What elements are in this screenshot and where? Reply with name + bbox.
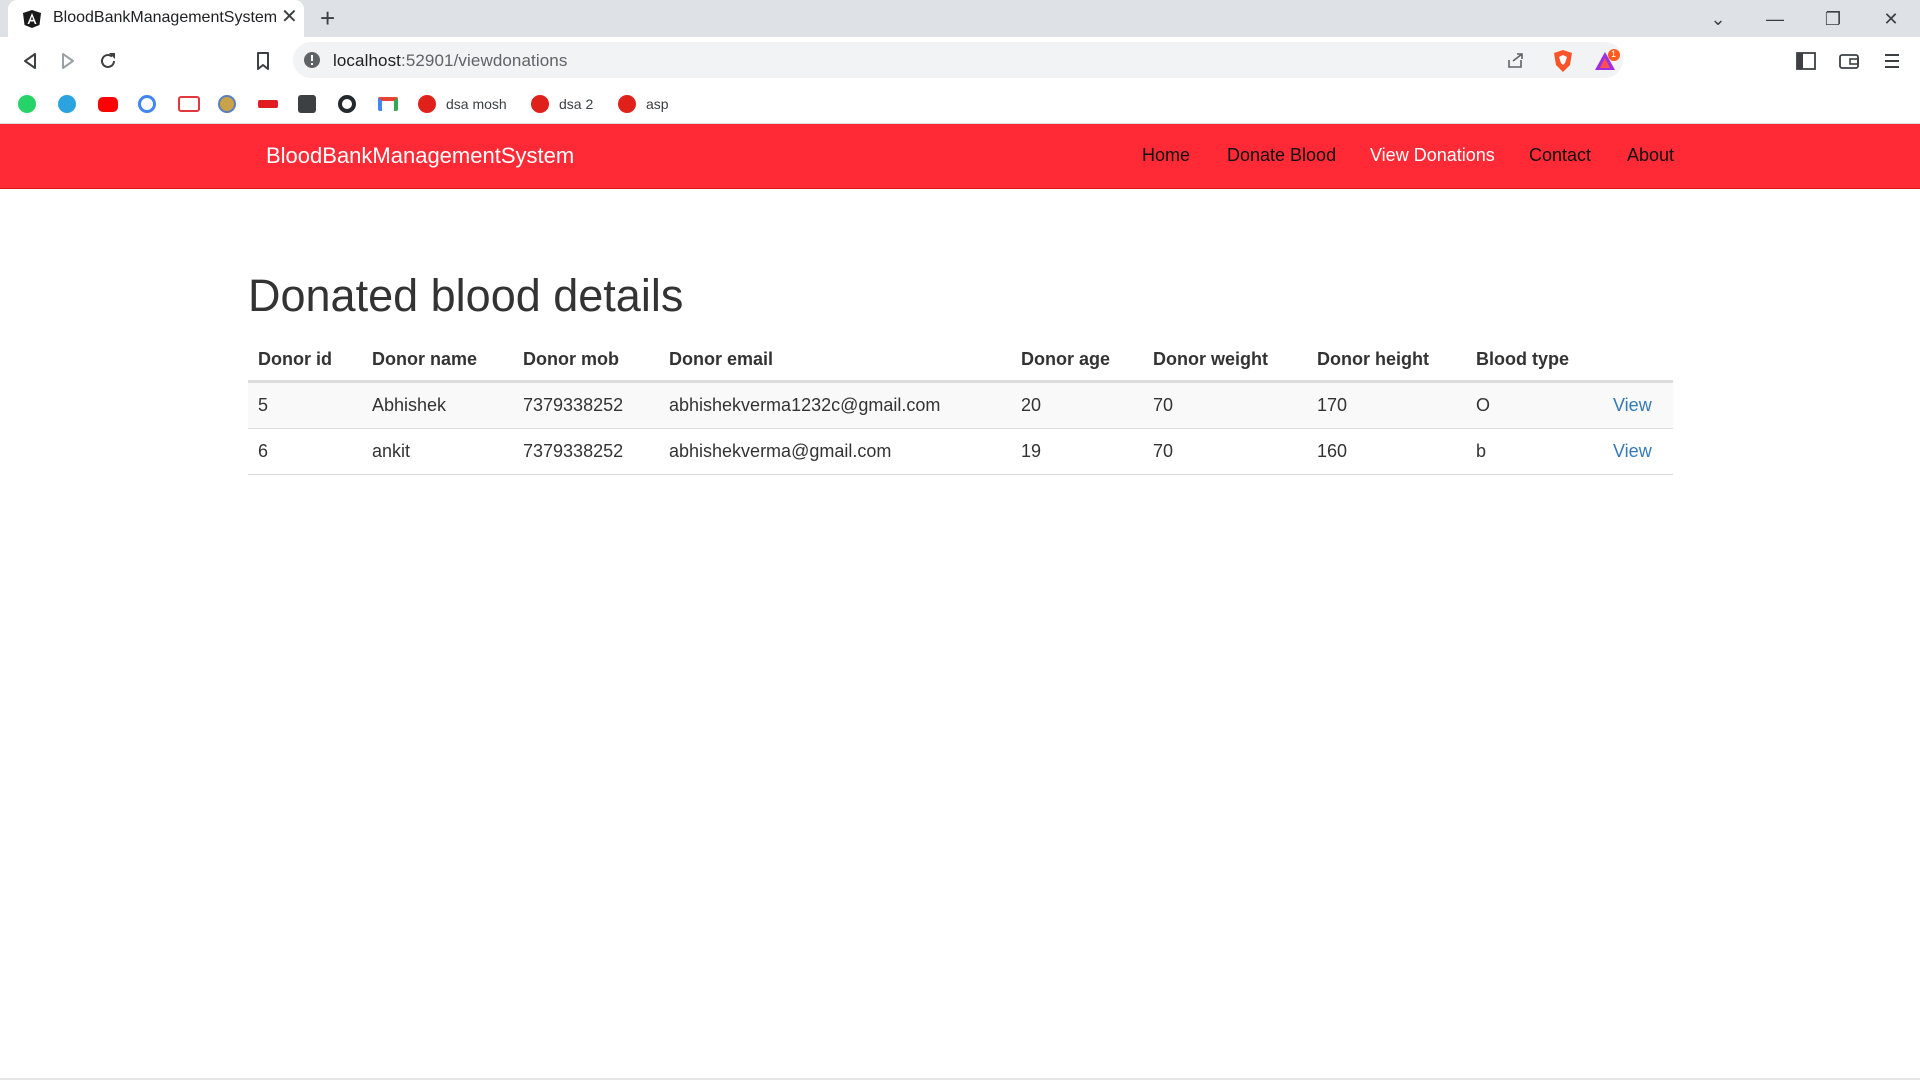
- gmail-icon: [378, 97, 398, 111]
- share-icon[interactable]: [1505, 50, 1527, 70]
- bookmark-github[interactable]: [338, 93, 356, 115]
- donor-name-cell: Abhishek: [362, 381, 513, 429]
- google-icon: [138, 95, 156, 113]
- blood-type-cell: b: [1466, 428, 1603, 475]
- new-tab-icon[interactable]: +: [320, 4, 335, 32]
- github-icon: [338, 95, 356, 113]
- minimize-icon[interactable]: —: [1752, 4, 1798, 34]
- donor-mob-cell: 7379338252: [513, 428, 659, 475]
- close-tab-icon[interactable]: ✕: [281, 6, 298, 28]
- bookmark-contacts[interactable]: [298, 93, 316, 115]
- blood-type-cell: O: [1466, 381, 1603, 429]
- nav-about[interactable]: About: [1627, 145, 1674, 166]
- donor-name-cell: ankit: [362, 428, 513, 475]
- column-header: Donor height: [1307, 338, 1466, 383]
- table-row: 6 ankit 7379338252 abhishekverma@gmail.c…: [248, 428, 1673, 475]
- rewards-badge: 1: [1611, 49, 1617, 59]
- nav-view-donations[interactable]: View Donations: [1370, 145, 1495, 166]
- bookmark-tcs[interactable]: [178, 93, 200, 115]
- column-header: Donor name: [362, 338, 513, 383]
- mosh-icon: [618, 95, 636, 113]
- browser-chrome: BloodBankManagementSystem ✕ + ⌄ — ❐ ✕ lo…: [0, 0, 1920, 124]
- youtube-icon: [98, 96, 118, 112]
- donor-id-cell: 5: [248, 381, 362, 429]
- url-path: :52901/viewdonations: [401, 51, 568, 70]
- restore-icon[interactable]: ❐: [1810, 4, 1856, 34]
- tcs-icon: [178, 96, 200, 112]
- nav-contact[interactable]: Contact: [1529, 145, 1591, 166]
- action-cell: View: [1603, 428, 1673, 475]
- nav-donate-blood[interactable]: Donate Blood: [1227, 145, 1336, 166]
- sidebar-icon[interactable]: [1795, 50, 1817, 72]
- tab-search-icon[interactable]: ⌄: [1695, 4, 1741, 34]
- view-link[interactable]: View: [1613, 395, 1652, 415]
- bookmark-telegram[interactable]: [58, 93, 76, 115]
- bookmark-dsa-2[interactable]: dsa 2: [531, 93, 593, 115]
- table-header-row: Donor id Donor name Donor mob Donor emai…: [248, 338, 1673, 383]
- column-header: Donor id: [248, 338, 362, 383]
- bookmark-whatsapp[interactable]: [18, 93, 36, 115]
- donor-mob-cell: 7379338252: [513, 381, 659, 429]
- mosh-icon: [531, 95, 549, 113]
- column-header: [1603, 338, 1673, 383]
- whatsapp-icon: [18, 95, 36, 113]
- action-cell: View: [1603, 381, 1673, 429]
- donor-id-cell: 6: [248, 428, 362, 475]
- telegram-icon: [58, 95, 76, 113]
- mosh-icon: [418, 95, 436, 113]
- tab-title: BloodBankManagementSystem: [53, 9, 278, 26]
- wallet-icon[interactable]: [1838, 50, 1860, 72]
- bookmark-label: dsa mosh: [446, 96, 507, 112]
- reload-icon[interactable]: [93, 47, 123, 75]
- bookmark-google[interactable]: [138, 93, 156, 115]
- bookmark-icon[interactable]: [248, 47, 278, 75]
- browser-tab[interactable]: BloodBankManagementSystem ✕: [8, 0, 304, 37]
- brave-shields-icon[interactable]: [1552, 49, 1574, 73]
- tab-strip: BloodBankManagementSystem ✕ + ⌄ — ❐ ✕: [0, 0, 1920, 37]
- back-icon[interactable]: [15, 47, 45, 75]
- bookmark-gmail[interactable]: [378, 93, 398, 115]
- brave-rewards-icon[interactable]: [1594, 49, 1620, 73]
- column-header: Donor age: [1011, 338, 1143, 383]
- bookmark-label: dsa 2: [559, 96, 594, 112]
- globe-icon: [218, 95, 236, 113]
- donations-table: Donor id Donor name Donor mob Donor emai…: [248, 338, 1673, 475]
- bookmark-globe[interactable]: [218, 93, 236, 115]
- address-bar[interactable]: localhost:52901/viewdonations: [293, 42, 1623, 78]
- column-header: Donor weight: [1143, 338, 1307, 383]
- bookmark-label: asp: [646, 96, 669, 112]
- bookmark-asp[interactable]: asp: [618, 93, 669, 115]
- angular-icon: [23, 10, 41, 28]
- url-text[interactable]: localhost:52901/viewdonations: [333, 51, 567, 71]
- menu-icon[interactable]: [1882, 50, 1902, 72]
- donor-weight-cell: 70: [1143, 381, 1307, 429]
- donor-age-cell: 20: [1011, 381, 1143, 429]
- donor-age-cell: 19: [1011, 428, 1143, 475]
- url-host: localhost: [333, 51, 401, 70]
- donor-weight-cell: 70: [1143, 428, 1307, 475]
- bookmark-aon[interactable]: [258, 93, 278, 115]
- view-link[interactable]: View: [1613, 441, 1652, 461]
- donor-email-cell: abhishekverma1232c@gmail.com: [659, 381, 1011, 429]
- bookmark-dsa-mosh[interactable]: dsa mosh: [418, 93, 507, 115]
- bookmarks-bar: dsa mosh dsa 2 asp: [0, 84, 1920, 124]
- info-icon[interactable]: [303, 51, 321, 69]
- aon-icon: [258, 100, 278, 108]
- column-header: Donor mob: [513, 338, 659, 383]
- nav-home[interactable]: Home: [1142, 145, 1190, 166]
- donor-height-cell: 160: [1307, 428, 1466, 475]
- app-navbar: BloodBankManagementSystem Home Donate Bl…: [0, 124, 1920, 189]
- column-header: Blood type: [1466, 338, 1603, 383]
- forward-icon[interactable]: [53, 47, 83, 75]
- brand-link[interactable]: BloodBankManagementSystem: [266, 143, 574, 169]
- table-row: 5 Abhishek 7379338252 abhishekverma1232c…: [248, 381, 1673, 429]
- contacts-icon: [298, 95, 316, 113]
- column-header: Donor email: [659, 338, 1011, 383]
- donor-height-cell: 170: [1307, 381, 1466, 429]
- donor-email-cell: abhishekverma@gmail.com: [659, 428, 1011, 475]
- page-title: Donated blood details: [248, 270, 684, 321]
- browser-toolbar: localhost:52901/viewdonations 1: [0, 37, 1920, 84]
- bookmark-youtube[interactable]: [98, 93, 118, 115]
- close-window-icon[interactable]: ✕: [1868, 4, 1914, 34]
